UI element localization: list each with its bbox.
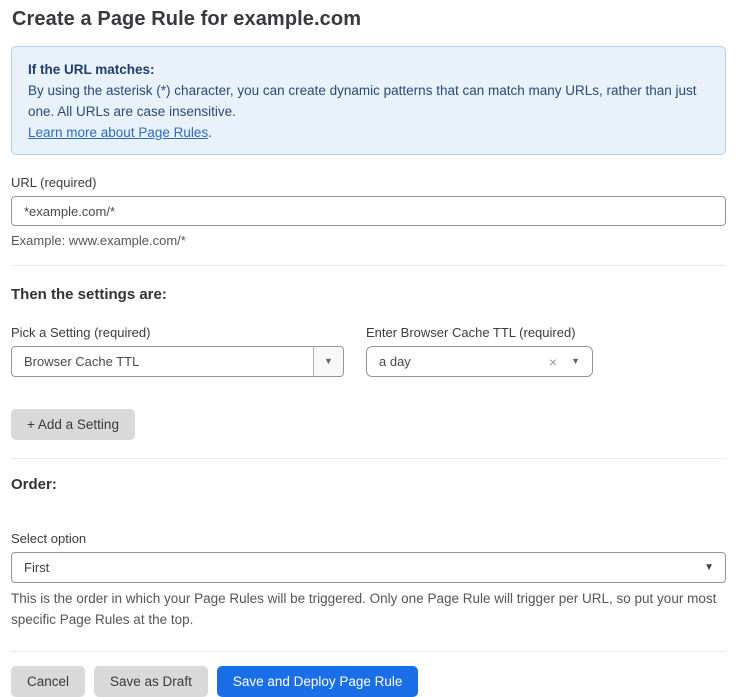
chevron-down-icon: ▼ [324, 357, 333, 366]
ttl-picker-value: a day [367, 354, 549, 369]
ttl-picker-dropdown[interactable]: a day × ▼ [366, 346, 593, 377]
form-actions: Cancel Save as Draft Save and Deploy Pag… [11, 666, 726, 697]
divider [11, 458, 726, 459]
order-section-heading: Order: [11, 476, 726, 493]
settings-row: Pick a Setting (required) Browser Cache … [11, 325, 726, 377]
order-helper-text: This is the order in which your Page Rul… [11, 588, 726, 630]
order-select-label: Select option [11, 531, 726, 546]
url-input[interactable] [11, 196, 726, 226]
divider [11, 651, 726, 652]
settings-section-heading: Then the settings are: [11, 286, 726, 303]
clear-icon[interactable]: × [549, 355, 557, 369]
setting-picker-value: Browser Cache TTL [12, 354, 313, 369]
ttl-picker-column: Enter Browser Cache TTL (required) a day… [366, 325, 593, 377]
info-callout-heading: If the URL matches: [28, 59, 709, 80]
url-field-label: URL (required) [11, 175, 726, 190]
setting-picker-dropdown[interactable]: Browser Cache TTL ▼ [11, 346, 344, 377]
info-callout-body: By using the asterisk (*) character, you… [28, 80, 709, 143]
url-match-info-callout: If the URL matches: By using the asteris… [11, 46, 726, 155]
add-setting-button[interactable]: + Add a Setting [11, 409, 135, 440]
save-as-draft-button[interactable]: Save as Draft [94, 666, 208, 697]
order-select[interactable]: First [11, 552, 726, 583]
order-select-value: First [24, 560, 49, 575]
create-page-rule-form: Create a Page Rule for example.com If th… [0, 0, 736, 697]
order-select-wrap: First ▼ [11, 552, 726, 583]
cancel-button[interactable]: Cancel [11, 666, 85, 697]
setting-picker-column: Pick a Setting (required) Browser Cache … [11, 325, 344, 377]
page-title: Create a Page Rule for example.com [11, 8, 726, 31]
url-example-helper: Example: www.example.com/* [11, 233, 726, 248]
setting-picker-arrow-box[interactable]: ▼ [313, 347, 343, 376]
divider [11, 265, 726, 266]
chevron-down-icon: ▼ [571, 357, 580, 366]
link-period: . [208, 125, 212, 140]
setting-picker-label: Pick a Setting (required) [11, 325, 344, 340]
learn-more-link[interactable]: Learn more about Page Rules [28, 125, 208, 140]
ttl-picker-label: Enter Browser Cache TTL (required) [366, 325, 593, 340]
save-and-deploy-button[interactable]: Save and Deploy Page Rule [217, 666, 419, 697]
